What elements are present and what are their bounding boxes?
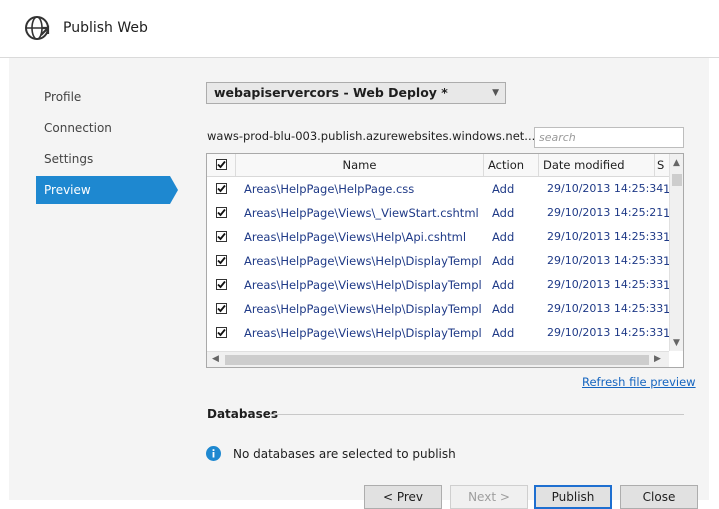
- checkmark-icon: [217, 304, 226, 313]
- publish-button[interactable]: Publish: [534, 485, 612, 509]
- table-row[interactable]: Areas\HelpPage\Views\Help\DisplayTemplat…: [207, 297, 670, 321]
- row-checkbox[interactable]: [216, 279, 227, 290]
- checkmark-icon: [217, 280, 226, 289]
- column-header-date-modified[interactable]: Date modified: [539, 154, 655, 176]
- nav-active-arrow: [170, 176, 178, 204]
- row-name: Areas\HelpPage\Views\Help\DisplayTemplat…: [244, 302, 481, 316]
- next-button[interactable]: Next >: [450, 485, 528, 509]
- row-action: Add: [492, 206, 515, 220]
- databases-heading: Databases: [207, 407, 279, 421]
- vertical-scrollbar[interactable]: ▲ ▼: [669, 154, 683, 351]
- databases-message: No databases are selected to publish: [233, 447, 456, 461]
- table-row[interactable]: Areas\HelpPage\Views\Help\Api.cshtml Add 2…: [207, 225, 670, 249]
- databases-divider: [269, 414, 684, 415]
- row-checkbox[interactable]: [216, 207, 227, 218]
- prev-button[interactable]: < Prev: [364, 485, 442, 509]
- chevron-down-icon: ▼: [492, 88, 499, 98]
- scroll-down-icon[interactable]: ▼: [673, 338, 680, 348]
- row-checkbox[interactable]: [216, 183, 227, 194]
- info-icon: [206, 446, 221, 461]
- row-name: Areas\HelpPage\Views\_ViewStart.cshtml: [244, 206, 479, 220]
- column-header-action[interactable]: Action: [484, 154, 539, 176]
- checkmark-icon: [217, 256, 226, 265]
- vertical-scroll-thumb[interactable]: [672, 174, 682, 186]
- scroll-up-icon[interactable]: ▲: [673, 158, 680, 168]
- column-header-size[interactable]: S: [655, 154, 669, 176]
- row-date-modified: 29/10/2013 14:25:33: [547, 230, 664, 243]
- row-date-modified: 29/10/2013 14:25:33: [547, 254, 664, 267]
- row-name: Areas\HelpPage\Views\Help\DisplayTemplat…: [244, 278, 481, 292]
- title-bar: Publish Web: [0, 0, 719, 58]
- row-date-modified: 29/10/2013 14:25:34: [547, 182, 664, 195]
- server-url: waws-prod-blu-003.publish.azurewebsites.…: [207, 129, 536, 143]
- grid-header: Name Action Date modified S: [207, 154, 669, 177]
- row-checkbox[interactable]: [216, 327, 227, 338]
- row-checkbox[interactable]: [216, 231, 227, 242]
- table-row[interactable]: Areas\HelpPage\Views\Help\DisplayTemplat…: [207, 321, 670, 345]
- checkmark-icon: [217, 208, 226, 217]
- row-action: Add: [492, 182, 515, 196]
- column-header-name[interactable]: Name: [236, 154, 484, 176]
- scroll-left-icon[interactable]: ◀: [212, 354, 219, 364]
- row-date-modified: 29/10/2013 14:25:33: [547, 278, 664, 291]
- select-all-checkbox[interactable]: [216, 159, 227, 170]
- window-title: Publish Web: [63, 20, 148, 36]
- nav-item-profile[interactable]: Profile: [36, 83, 170, 111]
- row-checkbox[interactable]: [216, 255, 227, 266]
- close-button[interactable]: Close: [620, 485, 698, 509]
- row-date-modified: 29/10/2013 14:25:33: [547, 326, 664, 339]
- row-name: Areas\HelpPage\Views\Help\DisplayTemplat…: [244, 326, 481, 340]
- checkmark-icon: [217, 160, 226, 169]
- file-preview-grid: Name Action Date modified S Areas\HelpPa…: [206, 153, 684, 368]
- row-action: Add: [492, 326, 515, 340]
- checkmark-icon: [217, 232, 226, 241]
- profile-dropdown-value: webapiservercors - Web Deploy *: [214, 85, 448, 100]
- checkmark-icon: [217, 328, 226, 337]
- search-input[interactable]: [534, 127, 684, 148]
- row-name: Areas\HelpPage\Views\Help\DisplayTemplat…: [244, 254, 481, 268]
- row-date-modified: 29/10/2013 14:25:21: [547, 206, 664, 219]
- nav-item-settings[interactable]: Settings: [36, 145, 170, 173]
- globe-publish-icon: [25, 16, 50, 40]
- scroll-right-icon[interactable]: ▶: [654, 354, 661, 364]
- row-date-modified: 29/10/2013 14:25:33: [547, 302, 664, 315]
- row-checkbox[interactable]: [216, 303, 227, 314]
- table-row[interactable]: Areas\HelpPage\Views\Help\DisplayTemplat…: [207, 273, 670, 297]
- dialog-content: Profile Connection Settings Preview weba…: [9, 58, 709, 509]
- horizontal-scroll-thumb[interactable]: [225, 355, 649, 365]
- row-action: Add: [492, 278, 515, 292]
- row-action: Add: [492, 254, 515, 268]
- refresh-file-preview-link[interactable]: Refresh file preview: [582, 375, 696, 389]
- nav-item-connection[interactable]: Connection: [36, 114, 170, 142]
- header-checkbox-cell: [207, 154, 236, 176]
- row-action: Add: [492, 230, 515, 244]
- horizontal-scrollbar[interactable]: ◀ ▶: [207, 351, 669, 367]
- row-action: Add: [492, 302, 515, 316]
- table-row[interactable]: Areas\HelpPage\Views\Help\DisplayTemplat…: [207, 249, 670, 273]
- row-name: Areas\HelpPage\Views\Help\Api.cshtml: [244, 230, 467, 244]
- checkmark-icon: [217, 184, 226, 193]
- nav-item-preview[interactable]: Preview: [36, 176, 170, 204]
- table-row[interactable]: Areas\HelpPage\Views\_ViewStart.cshtml Ad…: [207, 201, 670, 225]
- profile-dropdown[interactable]: webapiservercors - Web Deploy * ▼: [206, 82, 506, 104]
- row-name: Areas\HelpPage\HelpPage.css: [244, 182, 415, 196]
- table-row[interactable]: Areas\HelpPage\HelpPage.css Add 29/10/2013…: [207, 177, 670, 201]
